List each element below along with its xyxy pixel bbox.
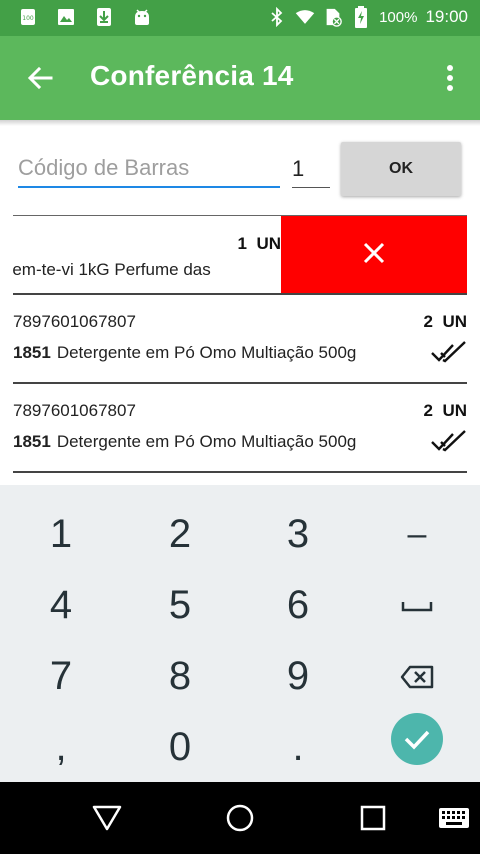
clock: 19:00 xyxy=(425,7,468,26)
image-icon xyxy=(56,6,76,28)
notification-100-icon: 100 xyxy=(18,6,38,28)
key-5[interactable]: 5 xyxy=(120,570,240,641)
list-item[interactable]: 7897601067807 2 UN 1851 Detergente em Pó … xyxy=(13,295,467,384)
ok-button[interactable]: OK xyxy=(341,142,461,196)
item-code: 1851 xyxy=(13,343,51,362)
done-key[interactable] xyxy=(391,713,443,765)
arrow-back-icon[interactable] xyxy=(18,58,62,98)
item-description: Detergente em Pó Omo Multiação 500g xyxy=(56,432,357,451)
item-unit: UN xyxy=(442,401,467,420)
item-unit: UN xyxy=(442,312,467,331)
list-item-content: 1 UN Bem-te-vi 1kG Perfume das xyxy=(13,216,281,293)
download-icon xyxy=(94,6,114,28)
navigation-bar xyxy=(0,782,480,854)
back-triangle-icon[interactable] xyxy=(85,798,129,838)
numeric-keyboard: 1 2 3 – 4 5 6 7 8 9 , 0 . xyxy=(0,485,480,782)
item-description: Detergente em Pó Omo Multiação 500g xyxy=(56,343,357,362)
quantity-input[interactable] xyxy=(292,150,330,188)
delete-button[interactable] xyxy=(281,216,467,293)
key-comma[interactable]: , xyxy=(1,712,121,783)
item-code: 1851 xyxy=(13,432,51,451)
battery-charging-icon xyxy=(351,6,371,28)
status-bar: 100 100% 19:00 xyxy=(0,0,480,36)
items-list[interactable]: 1 UN Bem-te-vi 1kG Perfume das 789760106… xyxy=(13,215,467,485)
item-quantity: 2 xyxy=(423,312,433,331)
item-quantity: 2 xyxy=(423,401,433,420)
quantity-label: 1 UN xyxy=(238,234,281,254)
close-icon xyxy=(363,242,385,269)
check-icon xyxy=(404,730,430,750)
home-circle-icon[interactable] xyxy=(218,798,262,838)
double-check-icon xyxy=(431,341,467,363)
double-check-icon xyxy=(431,430,467,452)
key-2[interactable]: 2 xyxy=(120,499,240,570)
battery-percent: 100% xyxy=(379,8,418,26)
key-9[interactable]: 9 xyxy=(238,641,358,712)
item-unit: UN xyxy=(256,234,281,253)
key-7[interactable]: 7 xyxy=(1,641,121,712)
wifi-icon xyxy=(295,6,315,28)
item-barcode: 7897601067807 xyxy=(13,401,136,420)
keyboard-icon[interactable] xyxy=(432,798,476,838)
key-8[interactable]: 8 xyxy=(120,641,240,712)
key-minus[interactable]: – xyxy=(357,499,477,570)
item-quantity: 1 xyxy=(237,234,247,253)
key-0[interactable]: 0 xyxy=(120,712,240,783)
key-3[interactable]: 3 xyxy=(238,499,358,570)
list-item[interactable]: 7897601067807 2 UN 1851 Detergente em Pó … xyxy=(13,384,467,473)
item-description-line: 1851 Detergente em Pó Omo Multiação 500g xyxy=(13,432,356,452)
app-bar-shadow xyxy=(0,120,480,126)
quantity-label: 2 UN xyxy=(424,401,467,421)
barcode-input[interactable] xyxy=(18,150,280,188)
app-bar: Conferência 14 xyxy=(0,36,480,120)
svg-text:100: 100 xyxy=(22,15,34,22)
list-item[interactable]: 1 UN Bem-te-vi 1kG Perfume das xyxy=(13,215,467,295)
bluetooth-icon xyxy=(267,6,287,28)
key-4[interactable]: 4 xyxy=(1,570,121,641)
backspace-icon xyxy=(400,665,434,688)
no-sim-icon xyxy=(323,6,343,28)
android-icon xyxy=(132,6,152,28)
key-period[interactable]: . xyxy=(238,712,358,783)
item-description-line: 1851 Detergente em Pó Omo Multiação 500g xyxy=(13,343,356,363)
item-barcode: 7897601067807 xyxy=(13,312,136,331)
key-6[interactable]: 6 xyxy=(238,570,358,641)
item-description: Bem-te-vi 1kG Perfume das xyxy=(13,260,211,279)
page-title: Conferência 14 xyxy=(90,60,294,91)
backspace-key[interactable] xyxy=(357,641,477,712)
key-1[interactable]: 1 xyxy=(1,499,121,570)
more-vert-icon[interactable] xyxy=(436,58,464,98)
space-key[interactable] xyxy=(357,570,477,641)
quantity-label: 2 UN xyxy=(424,312,467,332)
recents-square-icon[interactable] xyxy=(351,798,395,838)
space-icon xyxy=(401,601,433,611)
